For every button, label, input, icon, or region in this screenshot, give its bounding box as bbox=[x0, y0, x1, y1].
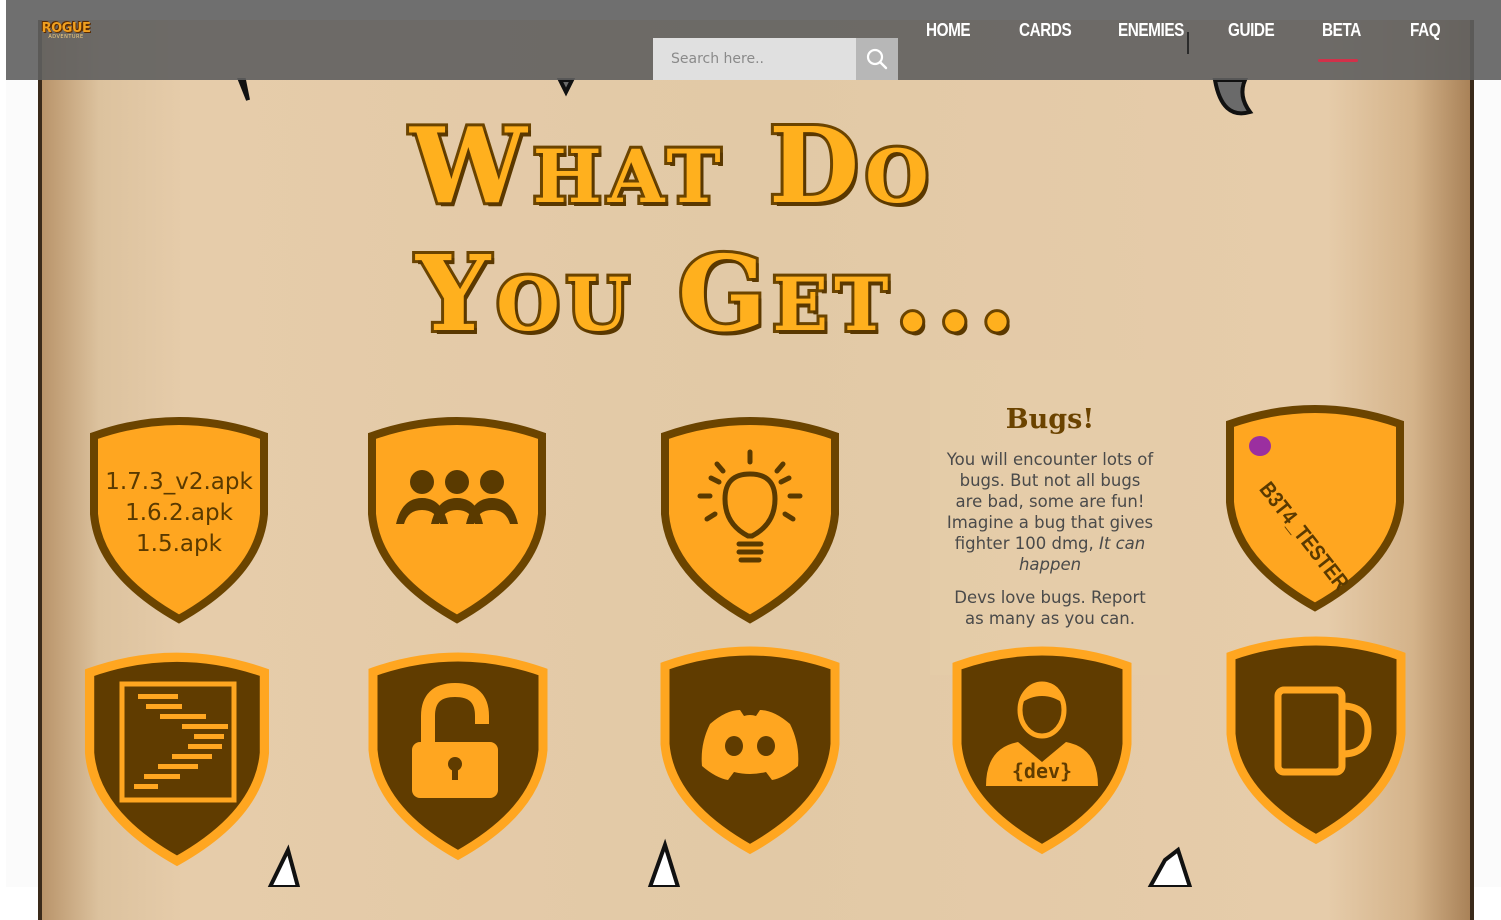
nav-beta[interactable]: BETA bbox=[1322, 20, 1361, 41]
nav-divider bbox=[1187, 32, 1189, 54]
bugs-title: Bugs! bbox=[1005, 404, 1095, 435]
page-title: What Do You Get... bbox=[400, 101, 1100, 364]
title-line-1: What Do bbox=[407, 101, 935, 230]
community-icon bbox=[396, 470, 518, 524]
nav-faq[interactable]: FAQ bbox=[1410, 20, 1441, 41]
lightbulb-icon bbox=[697, 449, 803, 563]
developer-badge: {dev} bbox=[946, 644, 1138, 856]
apk-version: 1.6.2.apk bbox=[125, 499, 233, 526]
mug-icon bbox=[1274, 686, 1372, 776]
apk-files-badge: 1.7.3_v2.apk 1.6.2.apk 1.5.apk bbox=[84, 414, 274, 626]
unlocked-padlock-icon bbox=[412, 682, 498, 798]
bugs-paragraph: You will encounter lots of bugs. But not… bbox=[945, 449, 1155, 575]
nav-home[interactable]: HOME bbox=[926, 20, 971, 41]
unlock-badge bbox=[362, 650, 554, 862]
tester-badge: B3T4_TESTER bbox=[1220, 402, 1410, 614]
developer-icon: {dev} bbox=[986, 681, 1098, 786]
bugs-info-panel: Bugs! You will encounter lots of bugs. B… bbox=[930, 360, 1170, 675]
active-nav-indicator bbox=[1318, 59, 1358, 62]
dev-label: {dev} bbox=[1012, 759, 1072, 783]
nav-guide[interactable]: GUIDE bbox=[1228, 20, 1275, 41]
title-line-2: You Get... bbox=[413, 229, 1022, 358]
bugs-paragraph-2: Devs love bugs. Report as many as you ca… bbox=[954, 588, 1146, 628]
nav-cards[interactable]: CARDS bbox=[1019, 20, 1072, 41]
apk-version: 1.5.apk bbox=[136, 530, 222, 557]
code-file-icon bbox=[119, 681, 237, 803]
ideas-badge bbox=[655, 414, 845, 626]
apk-version: 1.7.3_v2.apk bbox=[105, 468, 253, 495]
discord-icon bbox=[701, 710, 799, 780]
nav-enemies[interactable]: ENEMIES bbox=[1118, 20, 1184, 41]
code-badge bbox=[78, 650, 276, 868]
community-badge bbox=[362, 414, 552, 626]
discord-badge[interactable] bbox=[654, 644, 846, 856]
tester-tag-icon bbox=[1249, 436, 1271, 456]
main-nav: HOME CARDS ENEMIES GUIDE BETA FAQ bbox=[0, 0, 1501, 80]
apk-version-list: 1.7.3_v2.apk 1.6.2.apk 1.5.apk bbox=[105, 467, 253, 560]
support-badge bbox=[1220, 634, 1412, 846]
